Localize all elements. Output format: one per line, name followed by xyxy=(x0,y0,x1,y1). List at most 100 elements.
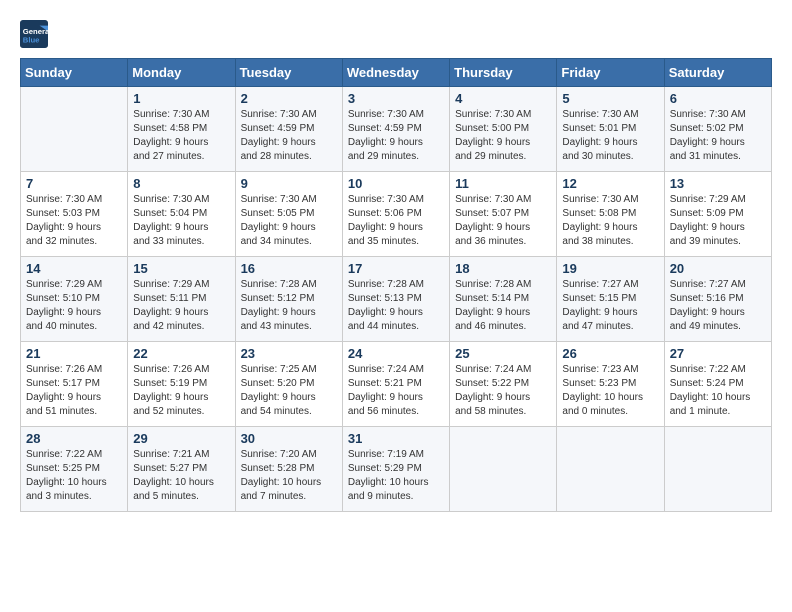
day-cell: 17Sunrise: 7:28 AMSunset: 5:13 PMDayligh… xyxy=(342,257,449,342)
day-number: 13 xyxy=(670,176,766,191)
day-info: Sunrise: 7:28 AMSunset: 5:14 PMDaylight:… xyxy=(455,278,551,334)
day-cell xyxy=(664,427,771,512)
week-row-5: 28 Sunrise: 7:22 AMSunset: 5:25 PMDayligh… xyxy=(21,427,772,512)
day-number: 10 xyxy=(348,176,444,191)
day-number: 7 xyxy=(26,176,122,191)
day-info: Sunrise: 7:20 AMSunset: 5:28 PMDaylight:… xyxy=(241,448,337,504)
day-number: 9 xyxy=(241,176,337,191)
day-cell: 7Sunrise: 7:30 AMSunset: 5:03 PMDaylight… xyxy=(21,172,128,257)
svg-text:Blue: Blue xyxy=(23,35,40,44)
day-info: Sunrise: 7:30 AMSunset: 5:00 PMDaylight:… xyxy=(455,108,551,164)
day-cell: 27 Sunrise: 7:22 AMSunset: 5:24 PMDayligh… xyxy=(664,342,771,427)
day-number: 4 xyxy=(455,91,551,106)
day-info: Sunrise: 7:26 AMSunset: 5:17 PMDaylight:… xyxy=(26,363,122,419)
day-number: 30 xyxy=(241,431,337,446)
day-info: Sunrise: 7:22 AMSunset: 5:24 PMDaylight:… xyxy=(670,363,766,419)
day-number: 25 xyxy=(455,346,551,361)
day-cell: 15Sunrise: 7:29 AMSunset: 5:11 PMDayligh… xyxy=(128,257,235,342)
logo: General Blue xyxy=(20,20,48,48)
day-number: 3 xyxy=(348,91,444,106)
day-number: 17 xyxy=(348,261,444,276)
day-cell: 20 Sunrise: 7:27 AMSunset: 5:16 PMDayligh… xyxy=(664,257,771,342)
day-number: 21 xyxy=(26,346,122,361)
day-number: 18 xyxy=(455,261,551,276)
day-number: 11 xyxy=(455,176,551,191)
day-info: Sunrise: 7:24 AMSunset: 5:21 PMDaylight:… xyxy=(348,363,444,419)
day-cell: 21 Sunrise: 7:26 AMSunset: 5:17 PMDayligh… xyxy=(21,342,128,427)
week-row-1: 1 Sunrise: 7:30 AMSunset: 4:58 PMDaylight… xyxy=(21,87,772,172)
day-info: Sunrise: 7:30 AMSunset: 5:07 PMDaylight:… xyxy=(455,193,551,249)
day-cell: 11 Sunrise: 7:30 AMSunset: 5:07 PMDayligh… xyxy=(450,172,557,257)
col-header-friday: Friday xyxy=(557,59,664,87)
day-number: 29 xyxy=(133,431,229,446)
day-info: Sunrise: 7:30 AMSunset: 4:59 PMDaylight:… xyxy=(348,108,444,164)
col-header-thursday: Thursday xyxy=(450,59,557,87)
day-info: Sunrise: 7:26 AMSunset: 5:19 PMDaylight:… xyxy=(133,363,229,419)
day-cell: 12 Sunrise: 7:30 AMSunset: 5:08 PMDayligh… xyxy=(557,172,664,257)
day-number: 28 xyxy=(26,431,122,446)
day-cell: 23 Sunrise: 7:25 AMSunset: 5:20 PMDayligh… xyxy=(235,342,342,427)
day-info: Sunrise: 7:30 AMSunset: 5:08 PMDaylight:… xyxy=(562,193,658,249)
day-cell: 25 Sunrise: 7:24 AMSunset: 5:22 PMDayligh… xyxy=(450,342,557,427)
day-cell: 10 Sunrise: 7:30 AMSunset: 5:06 PMDayligh… xyxy=(342,172,449,257)
day-info: Sunrise: 7:21 AMSunset: 5:27 PMDaylight:… xyxy=(133,448,229,504)
day-info: Sunrise: 7:22 AMSunset: 5:25 PMDaylight:… xyxy=(26,448,122,504)
day-info: Sunrise: 7:30 AMSunset: 4:59 PMDaylight:… xyxy=(241,108,337,164)
col-header-wednesday: Wednesday xyxy=(342,59,449,87)
day-number: 2 xyxy=(241,91,337,106)
day-info: Sunrise: 7:30 AMSunset: 4:58 PMDaylight:… xyxy=(133,108,229,164)
day-cell: 24Sunrise: 7:24 AMSunset: 5:21 PMDayligh… xyxy=(342,342,449,427)
day-number: 8 xyxy=(133,176,229,191)
day-cell: 18 Sunrise: 7:28 AMSunset: 5:14 PMDayligh… xyxy=(450,257,557,342)
calendar-body: 1 Sunrise: 7:30 AMSunset: 4:58 PMDaylight… xyxy=(21,87,772,512)
day-cell xyxy=(21,87,128,172)
day-info: Sunrise: 7:27 AMSunset: 5:16 PMDaylight:… xyxy=(670,278,766,334)
day-number: 23 xyxy=(241,346,337,361)
day-cell xyxy=(557,427,664,512)
day-info: Sunrise: 7:30 AMSunset: 5:01 PMDaylight:… xyxy=(562,108,658,164)
day-info: Sunrise: 7:27 AMSunset: 5:15 PMDaylight:… xyxy=(562,278,658,334)
day-info: Sunrise: 7:30 AMSunset: 5:06 PMDaylight:… xyxy=(348,193,444,249)
day-cell: 1 Sunrise: 7:30 AMSunset: 4:58 PMDaylight… xyxy=(128,87,235,172)
day-number: 19 xyxy=(562,261,658,276)
day-number: 26 xyxy=(562,346,658,361)
day-cell: 16 Sunrise: 7:28 AMSunset: 5:12 PMDayligh… xyxy=(235,257,342,342)
day-cell: 26 Sunrise: 7:23 AMSunset: 5:23 PMDayligh… xyxy=(557,342,664,427)
header-row: SundayMondayTuesdayWednesdayThursdayFrid… xyxy=(21,59,772,87)
day-number: 20 xyxy=(670,261,766,276)
day-number: 12 xyxy=(562,176,658,191)
day-cell: 2 Sunrise: 7:30 AMSunset: 4:59 PMDaylight… xyxy=(235,87,342,172)
day-cell: 29 Sunrise: 7:21 AMSunset: 5:27 PMDayligh… xyxy=(128,427,235,512)
day-info: Sunrise: 7:23 AMSunset: 5:23 PMDaylight:… xyxy=(562,363,658,419)
day-cell: 3 Sunrise: 7:30 AMSunset: 4:59 PMDaylight… xyxy=(342,87,449,172)
day-number: 5 xyxy=(562,91,658,106)
day-info: Sunrise: 7:24 AMSunset: 5:22 PMDaylight:… xyxy=(455,363,551,419)
day-info: Sunrise: 7:28 AMSunset: 5:12 PMDaylight:… xyxy=(241,278,337,334)
week-row-2: 7Sunrise: 7:30 AMSunset: 5:03 PMDaylight… xyxy=(21,172,772,257)
day-number: 27 xyxy=(670,346,766,361)
day-info: Sunrise: 7:30 AMSunset: 5:02 PMDaylight:… xyxy=(670,108,766,164)
day-cell: 8 Sunrise: 7:30 AMSunset: 5:04 PMDaylight… xyxy=(128,172,235,257)
day-info: Sunrise: 7:30 AMSunset: 5:04 PMDaylight:… xyxy=(133,193,229,249)
day-number: 22 xyxy=(133,346,229,361)
day-cell: 5 Sunrise: 7:30 AMSunset: 5:01 PMDaylight… xyxy=(557,87,664,172)
day-cell: 19 Sunrise: 7:27 AMSunset: 5:15 PMDayligh… xyxy=(557,257,664,342)
day-number: 16 xyxy=(241,261,337,276)
day-number: 15 xyxy=(133,261,229,276)
week-row-4: 21 Sunrise: 7:26 AMSunset: 5:17 PMDayligh… xyxy=(21,342,772,427)
day-cell: 14Sunrise: 7:29 AMSunset: 5:10 PMDayligh… xyxy=(21,257,128,342)
day-cell: 30 Sunrise: 7:20 AMSunset: 5:28 PMDayligh… xyxy=(235,427,342,512)
col-header-monday: Monday xyxy=(128,59,235,87)
col-header-saturday: Saturday xyxy=(664,59,771,87)
day-info: Sunrise: 7:30 AMSunset: 5:05 PMDaylight:… xyxy=(241,193,337,249)
col-header-tuesday: Tuesday xyxy=(235,59,342,87)
svg-text:General: General xyxy=(23,27,48,36)
logo-icon: General Blue xyxy=(20,20,48,48)
day-cell: 6 Sunrise: 7:30 AMSunset: 5:02 PMDaylight… xyxy=(664,87,771,172)
day-cell: 9 Sunrise: 7:30 AMSunset: 5:05 PMDaylight… xyxy=(235,172,342,257)
day-number: 1 xyxy=(133,91,229,106)
day-number: 6 xyxy=(670,91,766,106)
day-info: Sunrise: 7:25 AMSunset: 5:20 PMDaylight:… xyxy=(241,363,337,419)
day-cell: 22 Sunrise: 7:26 AMSunset: 5:19 PMDayligh… xyxy=(128,342,235,427)
week-row-3: 14Sunrise: 7:29 AMSunset: 5:10 PMDayligh… xyxy=(21,257,772,342)
